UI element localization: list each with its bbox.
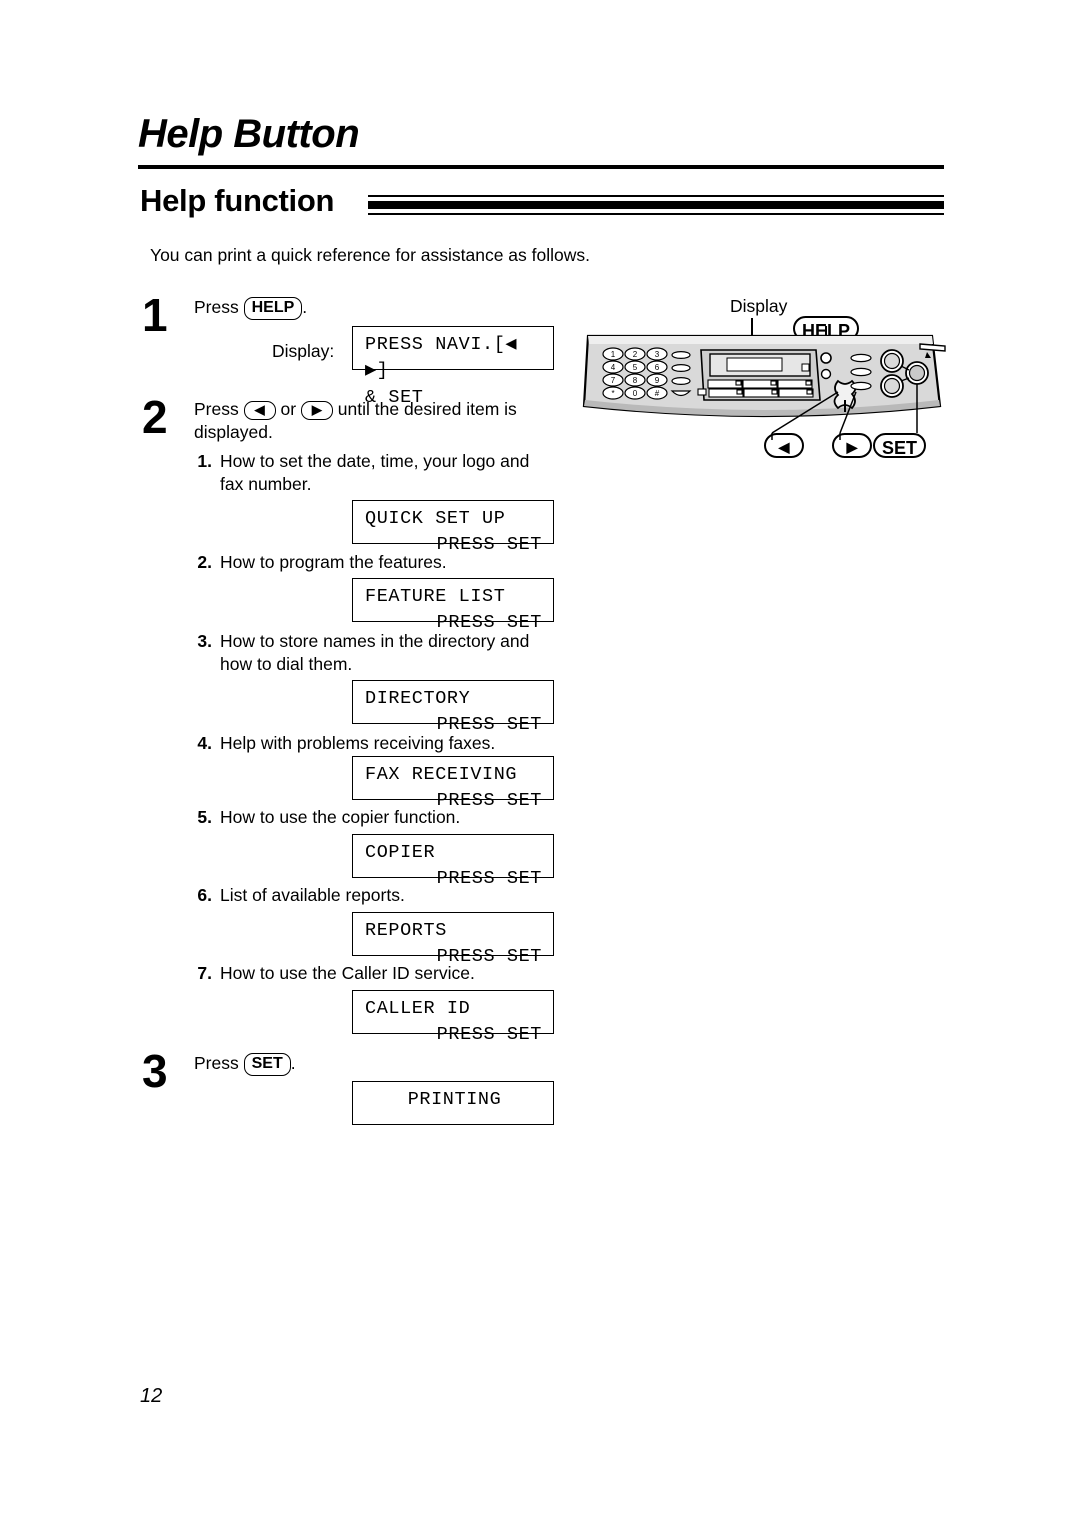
step-3-period: . (290, 1053, 296, 1073)
list-item-text: How to program the features. (220, 552, 447, 572)
lcd-line-1: CALLER ID (365, 998, 471, 1019)
lcd-feature-list: FEATURE LIST PRESS SET (352, 578, 554, 633)
section-rule-thick (368, 195, 944, 209)
step-3-instruction: Press SET. (194, 1052, 296, 1076)
list-item: 4. Help with problems receiving faxes. (186, 732, 556, 755)
step-1-instruction: Press HELP. (194, 296, 307, 320)
svg-text:4: 4 (611, 363, 616, 372)
intro-text: You can print a quick reference for assi… (150, 245, 591, 265)
lcd-screen (726, 357, 783, 372)
lcd-reports: REPORTS PRESS SET (352, 912, 554, 967)
lcd-printing: PRINTING (352, 1081, 554, 1125)
step-3-number: 3 (142, 1045, 168, 1097)
lcd-line-1: QUICK SET UP (365, 508, 506, 529)
svg-text:3: 3 (655, 350, 660, 359)
lcd-press-navi: PRESS NAVI.[◀ ▶] & SET (352, 326, 554, 408)
list-item: 2. How to program the features. (186, 551, 556, 574)
list-item-text: How to store names in the directory and … (220, 631, 530, 675)
step-2-tail-label: until the desired item is displayed. (194, 399, 517, 443)
list-item-number: 5. (197, 807, 212, 827)
step-1-press-label: Press (194, 297, 239, 317)
list-item-number: 4. (197, 733, 212, 753)
help-key[interactable]: HELP (243, 297, 303, 320)
list-item-text: Help with problems receiving faxes. (220, 733, 496, 753)
section-title: Help function (140, 183, 335, 218)
list-item-number: 3. (197, 631, 212, 651)
lcd-line-2: PRESS SET (436, 1024, 542, 1046)
manual-page: Help Button Help function You can print … (0, 0, 1080, 1526)
title-rule (138, 165, 944, 169)
lcd-copier: COPIER PRESS SET (352, 834, 554, 889)
list-item-text: How to set the date, time, your logo and… (220, 451, 530, 495)
step-1-period: . (302, 297, 308, 317)
list-item: 3. How to store names in the directory a… (186, 630, 558, 676)
lcd-quick-set-up: QUICK SET UP PRESS SET (352, 500, 554, 555)
list-item: 6. List of available reports. (186, 884, 556, 907)
lcd-fax-receiving: FAX RECEIVING PRESS SET (352, 756, 554, 811)
svg-text:9: 9 (655, 376, 660, 385)
small-round-button (820, 368, 832, 380)
function-buttons (850, 353, 872, 391)
lcd-directory: DIRECTORY PRESS SET (352, 680, 554, 735)
lcd-line-1: REPORTS (365, 920, 447, 941)
svg-text:*: * (611, 389, 614, 398)
list-item-text: How to use the Caller ID service. (220, 963, 475, 983)
svg-text:0: 0 (633, 389, 638, 398)
lcd-line-1: COPIER (365, 842, 436, 863)
svg-text:6: 6 (655, 363, 660, 372)
list-item-number: 1. (197, 451, 212, 471)
svg-text:1: 1 (611, 350, 616, 359)
list-item-text: List of available reports. (220, 885, 405, 905)
step-2-number: 2 (142, 391, 168, 443)
help-lamp (820, 352, 832, 364)
step-1-display-label: Display: (272, 341, 335, 361)
list-item: 7. How to use the Caller ID service. (186, 962, 556, 985)
lcd-indicator (801, 363, 810, 372)
speaker-slot (919, 343, 946, 352)
speed-dial-grid (697, 379, 814, 398)
list-item-number: 7. (197, 963, 212, 983)
step-2-or-label: or (280, 399, 297, 419)
step-2-press-label: Press (194, 399, 239, 419)
lcd-caller-id: CALLER ID PRESS SET (352, 990, 554, 1045)
left-arrow-key[interactable]: ◀ (243, 401, 276, 421)
lcd-line-1: FAX RECEIVING (365, 764, 518, 785)
step-3-press-label: Press (194, 1053, 239, 1073)
list-item-text: How to use the copier function. (220, 807, 461, 827)
lcd-line-1: DIRECTORY (365, 688, 471, 709)
right-arrow-key[interactable]: ▶ (300, 401, 333, 421)
lcd-line-1: PRESS NAVI.[◀ ▶] (365, 334, 518, 382)
svg-text:5: 5 (633, 363, 638, 372)
step-2-instruction: Press ◀ or ▶ until the desired item is d… (194, 398, 554, 444)
lcd-line-1: PRINTING (407, 1089, 502, 1110)
section-rule-thin (368, 213, 944, 215)
list-item-number: 6. (197, 885, 212, 905)
svg-text:2: 2 (633, 350, 638, 359)
svg-text:7: 7 (611, 376, 616, 385)
list-item: 1. How to set the date, time, your logo … (186, 450, 556, 496)
set-key[interactable]: SET (243, 1053, 291, 1076)
page-number: 12 (140, 1385, 163, 1407)
svg-text:8: 8 (633, 376, 638, 385)
lcd-line-1: FEATURE LIST (365, 586, 506, 607)
svg-text:#: # (655, 389, 660, 398)
step-1-number: 1 (142, 289, 168, 341)
chapter-title: Help Button (138, 112, 360, 156)
fax-machine-panel-illustration: 1 2 3 4 5 6 7 8 9 * 0 # (580, 288, 960, 488)
list-item: 5. How to use the copier function. (186, 806, 556, 829)
list-item-number: 2. (197, 552, 212, 572)
